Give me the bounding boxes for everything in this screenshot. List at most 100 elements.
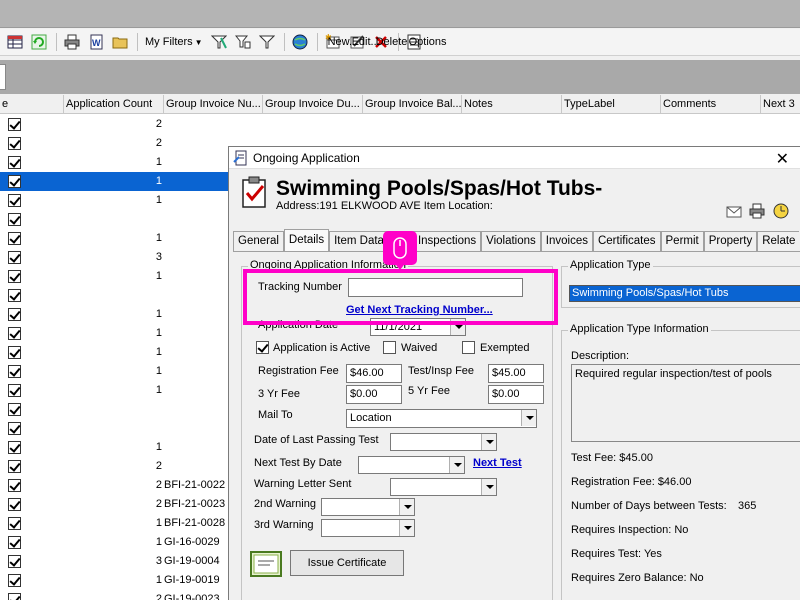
table-row[interactable]: 1 bbox=[0, 191, 230, 210]
column-header[interactable]: Group Invoice Bal... bbox=[363, 95, 462, 114]
row-checkbox[interactable] bbox=[8, 346, 21, 359]
filter-input[interactable] bbox=[0, 64, 6, 90]
table-row[interactable]: 1 GI-19-0019 bbox=[0, 571, 230, 590]
row-checkbox[interactable] bbox=[8, 251, 21, 264]
column-header[interactable]: Notes bbox=[462, 95, 562, 114]
table-row[interactable]: 2 GI-19-0023 bbox=[0, 590, 230, 600]
row-checkbox[interactable] bbox=[8, 194, 21, 207]
table-row[interactable]: 1 bbox=[0, 324, 230, 343]
table-row[interactable]: 2 bbox=[0, 115, 230, 134]
my-filters-button[interactable]: My Filters ▼ bbox=[142, 31, 206, 53]
row-checkbox[interactable] bbox=[8, 574, 21, 587]
column-header[interactable]: e bbox=[0, 95, 64, 114]
tab-permit[interactable]: Permit bbox=[660, 231, 704, 251]
grid-view-icon[interactable] bbox=[4, 31, 26, 53]
table-row[interactable]: 2 bbox=[0, 134, 230, 153]
row-checkbox[interactable] bbox=[8, 536, 21, 549]
third-warning-picker[interactable] bbox=[321, 519, 415, 537]
row-checkbox[interactable] bbox=[8, 517, 21, 530]
table-row[interactable]: 1 BFI-21-0028 bbox=[0, 514, 230, 533]
test-insp-fee-input[interactable]: $45.00 bbox=[488, 364, 544, 383]
table-row[interactable]: 1 bbox=[0, 438, 230, 457]
table-row[interactable] bbox=[0, 419, 230, 438]
last-passing-test-picker[interactable] bbox=[390, 433, 497, 451]
row-checkbox[interactable] bbox=[8, 479, 21, 492]
column-header[interactable]: Next 3 bbox=[761, 95, 800, 114]
clock-icon[interactable] bbox=[773, 203, 789, 219]
email-icon[interactable] bbox=[726, 203, 742, 219]
print-icon[interactable] bbox=[61, 31, 83, 53]
column-header[interactable]: Group Invoice Du... bbox=[263, 95, 363, 114]
three-yr-fee-input[interactable]: $0.00 bbox=[346, 385, 402, 404]
row-checkbox[interactable] bbox=[8, 213, 21, 226]
column-header[interactable]: Comments bbox=[661, 95, 761, 114]
table-row[interactable] bbox=[0, 286, 230, 305]
table-row[interactable]: 1 bbox=[0, 343, 230, 362]
new-button[interactable]: ✱ New... bbox=[322, 31, 358, 53]
row-checkbox[interactable] bbox=[8, 308, 21, 321]
next-test-by-date-picker[interactable] bbox=[358, 456, 465, 474]
five-yr-fee-input[interactable]: $0.00 bbox=[488, 385, 544, 404]
row-checkbox[interactable] bbox=[8, 498, 21, 511]
filter-icon[interactable] bbox=[256, 31, 278, 53]
waived-checkbox[interactable] bbox=[383, 341, 396, 354]
tab-inspections[interactable]: Inspections bbox=[412, 231, 482, 251]
row-checkbox[interactable] bbox=[8, 403, 21, 416]
column-header[interactable]: Application Count bbox=[64, 95, 164, 114]
second-warning-picker[interactable] bbox=[321, 498, 415, 516]
table-row[interactable]: 2 BFI-21-0022 bbox=[0, 476, 230, 495]
table-row[interactable]: 1 bbox=[0, 153, 230, 172]
tab-violations[interactable]: Violations bbox=[481, 231, 541, 251]
column-header[interactable]: TypeLabel bbox=[562, 95, 661, 114]
print-icon[interactable] bbox=[749, 203, 765, 219]
tab-certificates[interactable]: Certificates bbox=[592, 231, 661, 251]
row-checkbox[interactable] bbox=[8, 422, 21, 435]
tab-details[interactable]: Details bbox=[283, 229, 330, 251]
column-header[interactable]: Group Invoice Nu... bbox=[164, 95, 263, 114]
row-checkbox[interactable] bbox=[8, 555, 21, 568]
row-checkbox[interactable] bbox=[8, 175, 21, 188]
table-row[interactable]: 3 GI-19-0004 bbox=[0, 552, 230, 571]
row-checkbox[interactable] bbox=[8, 156, 21, 169]
tab-property[interactable]: Property bbox=[703, 231, 758, 251]
issue-certificate-button[interactable]: Issue Certificate bbox=[290, 550, 404, 576]
row-checkbox[interactable] bbox=[8, 232, 21, 245]
row-checkbox[interactable] bbox=[8, 270, 21, 283]
table-row[interactable]: 1 GI-16-0029 bbox=[0, 533, 230, 552]
application-active-checkbox[interactable] bbox=[256, 341, 269, 354]
table-row[interactable]: 1 bbox=[0, 362, 230, 381]
table-row[interactable]: 1 bbox=[0, 172, 230, 191]
close-icon[interactable]: ✕ bbox=[776, 149, 789, 169]
row-checkbox[interactable] bbox=[8, 384, 21, 397]
word-export-icon[interactable]: W bbox=[85, 31, 107, 53]
tab-general[interactable]: General bbox=[233, 231, 284, 251]
exempted-checkbox[interactable] bbox=[462, 341, 475, 354]
globe-search-icon[interactable] bbox=[289, 31, 311, 53]
filter-list-icon[interactable] bbox=[232, 31, 254, 53]
row-checkbox[interactable] bbox=[8, 365, 21, 378]
table-row[interactable]: 1 bbox=[0, 305, 230, 324]
row-checkbox[interactable] bbox=[8, 593, 21, 600]
filter-edit-icon[interactable] bbox=[208, 31, 230, 53]
row-checkbox[interactable] bbox=[8, 460, 21, 473]
row-checkbox[interactable] bbox=[8, 441, 21, 454]
mail-to-select[interactable]: Location bbox=[346, 409, 537, 428]
table-row[interactable]: 1 bbox=[0, 229, 230, 248]
table-row[interactable]: 3 bbox=[0, 248, 230, 267]
refresh-icon[interactable] bbox=[28, 31, 50, 53]
tab-item-data[interactable]: Item Data bbox=[329, 231, 389, 251]
table-row[interactable]: 2 BFI-21-0023 bbox=[0, 495, 230, 514]
row-checkbox[interactable] bbox=[8, 137, 21, 150]
tab-related[interactable]: Relate bbox=[757, 231, 800, 251]
table-row[interactable]: 1 bbox=[0, 267, 230, 286]
table-row[interactable] bbox=[0, 210, 230, 229]
table-row[interactable]: 2 bbox=[0, 457, 230, 476]
row-checkbox[interactable] bbox=[8, 327, 21, 340]
tab-invoices[interactable]: Invoices bbox=[540, 231, 593, 251]
next-test-link[interactable]: Next Test bbox=[473, 457, 522, 469]
row-checkbox[interactable] bbox=[8, 289, 21, 302]
table-row[interactable] bbox=[0, 400, 230, 419]
registration-fee-input[interactable]: $46.00 bbox=[346, 364, 402, 383]
application-type-select[interactable]: Swimming Pools/Spas/Hot Tubs bbox=[569, 285, 800, 302]
open-folder-icon[interactable] bbox=[109, 31, 131, 53]
